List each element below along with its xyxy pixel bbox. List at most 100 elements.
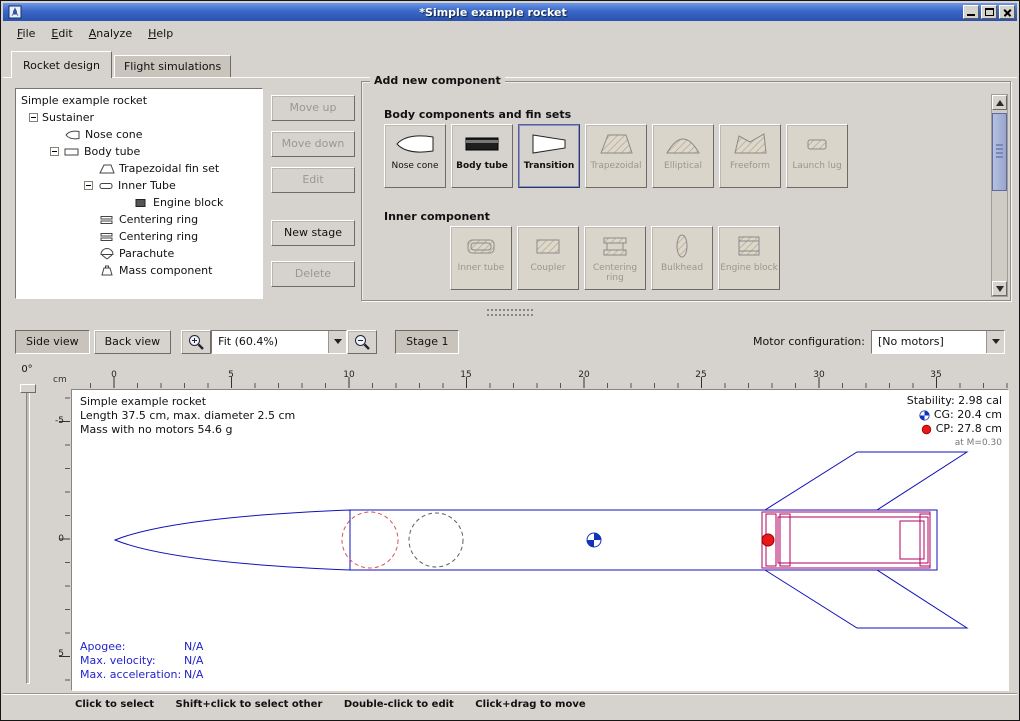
vertical-ruler: -5 0 5 (49, 389, 71, 691)
rotation-value: 0° (7, 364, 47, 375)
side-view-button[interactable]: Side view (15, 330, 90, 354)
ruler-unit: cm (49, 369, 71, 389)
menu-analyze[interactable]: Analyze (81, 24, 140, 43)
component-scrollbar[interactable] (991, 94, 1008, 297)
app-icon[interactable] (8, 5, 22, 19)
tree-item-inner-tube[interactable]: Inner Tube (16, 177, 262, 194)
nose-cone-icon (64, 129, 82, 141)
horizontal-ruler: 0 5 10 15 20 25 30 35 (71, 369, 1009, 389)
nose-cone-icon (394, 129, 436, 159)
move-down-button[interactable]: Move down (271, 131, 355, 157)
tree-item-label: Nose cone (85, 128, 142, 141)
add-launch-lug-button[interactable]: Launch lug (786, 124, 848, 188)
add-centering-ring-button[interactable]: Centering ring (584, 226, 646, 290)
ruler-label: 0 (50, 534, 64, 544)
tree-item-centering-ring-2[interactable]: Centering ring (16, 228, 262, 245)
add-freeform-fin-button[interactable]: Freeform (719, 124, 781, 188)
ruler-label: 0 (102, 370, 126, 380)
scroll-down-button[interactable] (992, 281, 1007, 296)
menu-help[interactable]: Help (140, 24, 181, 43)
zoom-in-button[interactable] (181, 330, 211, 354)
tree-item-parachute[interactable]: Parachute (16, 245, 262, 262)
mass-component-icon (98, 265, 116, 277)
ruler-label: 20 (572, 370, 596, 380)
scroll-up-button[interactable] (992, 95, 1007, 110)
trapezoidal-fin-icon (595, 129, 637, 159)
menu-edit[interactable]: Edit (43, 24, 80, 43)
bottom-fin (765, 570, 967, 628)
add-elliptical-fin-button[interactable]: Elliptical (652, 124, 714, 188)
add-bulkhead-button[interactable]: Bulkhead (651, 226, 713, 290)
minimize-button[interactable] (963, 5, 979, 19)
splitter-handle[interactable] (3, 306, 1017, 323)
back-view-button[interactable]: Back view (94, 330, 172, 354)
tab-rocket-design[interactable]: Rocket design (11, 51, 112, 78)
tree-item-rocket[interactable]: Simple example rocket (16, 92, 262, 109)
new-stage-button[interactable]: New stage (271, 220, 355, 246)
collapse-handle-icon[interactable] (84, 181, 93, 190)
tree-item-centering-ring-1[interactable]: Centering ring (16, 211, 262, 228)
delete-button[interactable]: Delete (271, 261, 355, 287)
ruler-label: 35 (924, 370, 948, 380)
ruler-label: 10 (337, 370, 361, 380)
motor-config-label: Motor configuration: (753, 335, 865, 348)
rotation-slider-handle[interactable] (20, 384, 36, 393)
close-button[interactable] (999, 5, 1015, 19)
splitter-dots (487, 309, 533, 311)
tab-flight-simulations[interactable]: Flight simulations (114, 55, 231, 77)
menu-file[interactable]: File (9, 24, 43, 43)
hint-click-select: Click to select (75, 699, 154, 710)
minimize-icon (967, 14, 975, 16)
rotation-slider-track[interactable] (26, 386, 30, 684)
titlebar[interactable]: *Simple example rocket (3, 3, 1017, 21)
cg-marker (587, 533, 601, 547)
add-nose-cone-button[interactable]: Nose cone (384, 124, 446, 188)
tree-actions: Move up Move down Edit New stage Delete (271, 95, 355, 297)
tree-item-fin-set[interactable]: Trapezoidal fin set (16, 160, 262, 177)
menubar: File Edit Analyze Help (3, 21, 1017, 46)
maximize-button[interactable] (981, 5, 997, 19)
combo-arrow-icon[interactable] (986, 331, 1004, 353)
centering-ring-icon (98, 214, 116, 226)
motor-config-select[interactable]: [No motors] (871, 330, 1005, 354)
tree-item-label: Sustainer (42, 111, 94, 124)
add-transition-button[interactable]: Transition (518, 124, 580, 188)
add-body-tube-button[interactable]: Body tube (451, 124, 513, 188)
body-component-buttons: Nose cone Body tube Transition Trapezoid… (384, 124, 848, 188)
rocket-canvas[interactable]: Simple example rocket Length 37.5 cm, ma… (71, 389, 1009, 691)
arrow-down-icon (996, 286, 1004, 292)
combo-arrow-icon[interactable] (328, 331, 346, 353)
collapse-handle-icon[interactable] (50, 147, 59, 156)
add-coupler-button[interactable]: Coupler (517, 226, 579, 290)
engine-block-icon (132, 197, 150, 209)
tab-strip: Rocket design Flight simulations (3, 46, 1017, 77)
inner-tube-icon (460, 231, 502, 261)
zoom-select[interactable]: Fit (60.4%) (211, 330, 347, 354)
add-component-group: Add new component Body components and fi… (361, 81, 1011, 301)
zoom-out-button[interactable] (347, 330, 377, 354)
stage-1-toggle[interactable]: Stage 1 (395, 330, 459, 354)
component-tree[interactable]: Simple example rocket Sustainer Nose con… (15, 88, 263, 299)
tree-item-engine-block[interactable]: Engine block (16, 194, 262, 211)
scrollbar-thumb[interactable] (992, 113, 1007, 191)
section-body-components: Body components and fin sets (384, 108, 571, 121)
transition-icon (528, 129, 570, 159)
tree-item-sustainer[interactable]: Sustainer (16, 109, 262, 126)
cg-icon (919, 410, 930, 421)
tree-item-nose-cone[interactable]: Nose cone (16, 126, 262, 143)
tree-item-body-tube[interactable]: Body tube (16, 143, 262, 160)
move-up-button[interactable]: Move up (271, 95, 355, 121)
edit-button[interactable]: Edit (271, 167, 355, 193)
collapse-handle-icon[interactable] (29, 113, 38, 122)
canvas-zone: 0° cm 0 5 10 15 20 25 30 (3, 360, 1017, 693)
add-trapezoidal-fin-button[interactable]: Trapezoidal (585, 124, 647, 188)
tree-item-mass-component[interactable]: Mass component (16, 262, 262, 279)
add-inner-tube-button[interactable]: Inner tube (450, 226, 512, 290)
ruler-label: 5 (219, 370, 243, 380)
max-acceleration-label: Max. acceleration: (80, 668, 184, 682)
cp-icon (921, 424, 932, 435)
zoom-in-icon (187, 333, 205, 351)
ruler-label: 30 (807, 370, 831, 380)
centering-ring-icon (594, 231, 636, 261)
add-engine-block-button[interactable]: Engine block (718, 226, 780, 290)
